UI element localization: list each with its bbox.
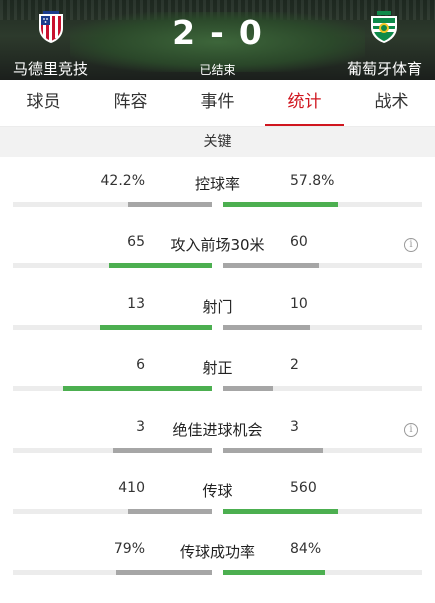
tab-players[interactable]: 球员 — [0, 80, 87, 126]
away-bar-track — [223, 509, 422, 514]
score-separator: - — [210, 13, 225, 52]
stat-label: 攻入前场30米 — [170, 236, 265, 254]
away-value: 560 — [290, 480, 317, 496]
info-icon[interactable]: i — [404, 423, 418, 437]
away-bar — [223, 448, 323, 453]
home-bar-track — [13, 509, 212, 514]
away-value: 3 — [290, 419, 299, 435]
home-bar — [127, 509, 212, 514]
stat-label: 射正 — [202, 359, 233, 377]
tab-bar: 球员 阵容 事件 统计 战术 — [0, 80, 435, 127]
away-bar — [223, 263, 319, 268]
stat-label: 射门 — [202, 298, 233, 316]
away-value: 60 — [290, 234, 308, 250]
stat-label: 控球率 — [194, 175, 240, 193]
away-bar — [223, 386, 273, 391]
stat-row-final-third-entries: 65 攻入前场30米 60 i — [0, 234, 435, 296]
tab-stats[interactable]: 统计 — [261, 80, 348, 126]
sporting-cp-crest-icon[interactable] — [368, 10, 400, 44]
away-bar — [223, 509, 338, 514]
away-team-name[interactable]: 葡萄牙体育 — [347, 58, 422, 79]
away-bar — [223, 202, 339, 207]
away-bar-track — [223, 570, 422, 575]
tab-events[interactable]: 事件 — [174, 80, 261, 126]
home-bar — [128, 202, 212, 207]
home-bar-track — [13, 202, 212, 207]
stat-row-pass-accuracy: 79% 传球成功率 84% — [0, 541, 435, 603]
tab-lineup[interactable]: 阵容 — [87, 80, 174, 126]
home-bar-track — [13, 448, 212, 453]
home-score: 2 — [172, 13, 197, 52]
away-bar-track — [223, 202, 422, 207]
away-score: 0 — [238, 13, 263, 52]
stat-label: 传球成功率 — [179, 543, 255, 561]
home-bar — [99, 325, 212, 330]
home-bar-track — [13, 263, 212, 268]
away-value: 10 — [290, 296, 308, 312]
stat-label: 传球 — [202, 482, 233, 500]
away-bar-track — [223, 263, 422, 268]
stat-label: 绝佳进球机会 — [172, 421, 263, 439]
stat-row-possession: 42.2% 控球率 57.8% — [0, 173, 435, 235]
stat-row-shots: 13 射门 10 — [0, 296, 435, 358]
info-icon[interactable]: i — [404, 238, 418, 252]
stat-row-big-chances: 3 绝佳进球机会 3 i — [0, 419, 435, 481]
away-value: 57.8% — [290, 173, 335, 189]
home-bar — [108, 263, 212, 268]
away-bar-track — [223, 448, 422, 453]
stat-row-passes: 410 传球 560 — [0, 480, 435, 542]
home-bar — [115, 570, 212, 575]
away-value: 84% — [290, 541, 322, 557]
home-bar-track — [13, 570, 212, 575]
home-bar-track — [13, 386, 212, 391]
away-bar — [223, 570, 326, 575]
home-bar-track — [13, 325, 212, 330]
away-bar-track — [223, 325, 422, 330]
away-bar-track — [223, 386, 422, 391]
away-bar — [223, 325, 310, 330]
stat-row-shots-on-target: 6 射正 2 — [0, 357, 435, 419]
away-value: 2 — [290, 357, 299, 373]
home-bar — [112, 448, 212, 453]
tab-tactics[interactable]: 战术 — [348, 80, 435, 126]
section-header-key: 关键 — [0, 127, 435, 157]
match-header: 2-0 马德里竞技 已结束 葡萄牙体育 — [0, 0, 435, 80]
home-bar — [62, 386, 212, 391]
